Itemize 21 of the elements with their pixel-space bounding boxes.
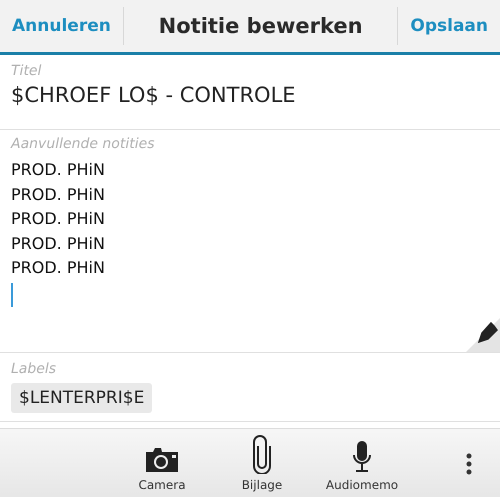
notes-field[interactable]: Aanvullende notities PROD. PHiN PROD. PHiN PROD. PHiN PROD. PHiN PROD. PHiN — [0, 130, 500, 353]
label-tag[interactable]: $LENTERPRI$E — [11, 383, 152, 413]
camera-icon — [144, 446, 180, 474]
attachment-action[interactable]: Bijlage — [228, 434, 296, 492]
field-label: Titel — [11, 63, 42, 79]
microphone-action[interactable]: Audiomemo — [328, 434, 396, 492]
overflow-menu-icon[interactable] — [466, 453, 472, 475]
note-line: PROD. PHiN — [11, 184, 106, 206]
camera-action[interactable]: Camera — [128, 434, 196, 492]
screen-title: Notitie bewerken — [158, 14, 364, 38]
paperclip-icon — [252, 434, 272, 474]
note-line: PROD. PHiN — [11, 159, 106, 181]
note-line: PROD. PHiN — [11, 232, 106, 254]
notes-placeholder: Aanvullende notities — [11, 136, 156, 152]
labels-label: Labels — [11, 361, 58, 377]
title-field[interactable]: $CHROEF LO$ - CONTROLE — [11, 79, 489, 121]
text-cursor — [11, 282, 13, 306]
note-line: PROD. PHiN — [11, 208, 106, 230]
note-line: PROD. PHiN — [11, 257, 106, 279]
pen-icon[interactable] — [466, 318, 500, 352]
microphone-icon — [351, 440, 373, 474]
